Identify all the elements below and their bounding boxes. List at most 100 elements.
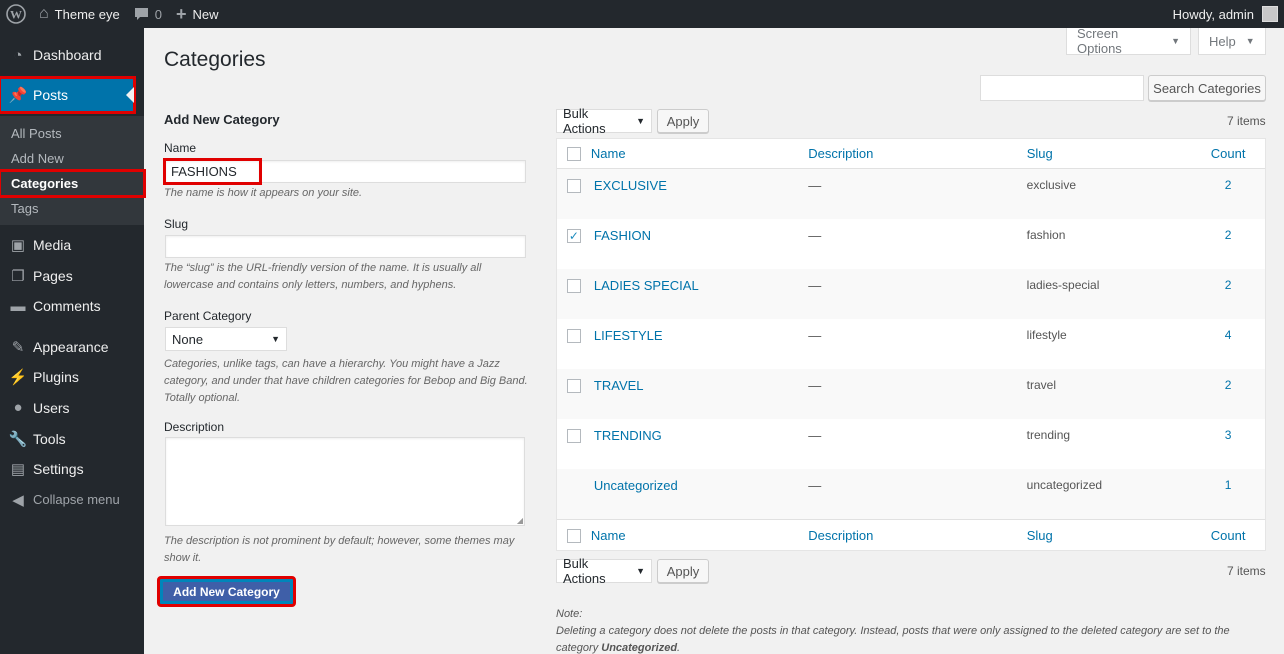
category-slug: exclusive [1026,178,1077,192]
search-categories-button[interactable]: Search Categories [1148,75,1266,101]
menu-dashboard[interactable]: ◔ Dashboard [0,38,144,72]
row-checkbox[interactable] [566,329,581,343]
column-description-header[interactable]: Description [808,146,1026,161]
plugin-icon: ⚡ [8,369,28,386]
bulk-actions-select-bottom[interactable]: Bulk Actions ▼ [556,556,652,586]
caret-down-icon: ▼ [636,116,645,126]
row-checkbox[interactable] [566,179,581,193]
comments-link[interactable]: 0 [127,0,169,28]
menu-plugins[interactable]: ⚡ Plugins [0,362,144,392]
new-content-link[interactable]: + New [169,0,226,28]
collapse-menu-button[interactable]: ◀ Collapse menu [0,484,144,515]
category-name-link[interactable]: TRAVEL [591,378,808,393]
column-name-header[interactable]: Name [591,146,808,161]
menu-label: Appearance [33,338,109,355]
menu-posts[interactable]: 📌 Posts [0,76,136,114]
category-count-link[interactable]: 3 [1191,428,1265,442]
apply-button-bottom[interactable]: Apply [657,559,709,583]
category-description: — [808,378,822,393]
bulk-actions-value: Bulk Actions [563,556,606,586]
account-menu[interactable]: Howdy, admin [1166,0,1284,28]
column-description-footer[interactable]: Description [808,528,1026,543]
row-checkbox[interactable] [566,429,581,443]
pin-icon: 📌 [8,87,28,104]
note-text-after: . [677,642,681,654]
submenu-categories[interactable]: Categories [0,169,146,198]
slug-label: Slug [164,217,189,231]
resize-handle-icon[interactable]: ◢ [517,516,523,525]
name-input[interactable]: FASHIONS [163,158,262,185]
parent-category-select[interactable]: None ▼ [165,327,287,351]
column-slug-header[interactable]: Slug [1027,146,1192,161]
wrench-icon: 🔧 [8,430,28,448]
submenu-all-posts[interactable]: All Posts [0,121,144,146]
column-slug-footer[interactable]: Slug [1027,528,1192,543]
slug-hint: The “slug” is the URL-friendly version o… [164,262,482,291]
menu-pages[interactable]: ❐ Pages [0,260,144,291]
screen-options-button[interactable]: Screen Options ▼ [1066,26,1191,56]
category-name-link[interactable]: LADIES SPECIAL [591,278,808,293]
category-count-link[interactable]: 1 [1191,478,1265,492]
bulk-actions-select[interactable]: Bulk Actions ▼ [556,106,652,136]
row-checkbox-cell [557,478,591,479]
category-count-link[interactable]: 2 [1191,178,1265,192]
description-hint: The description is not prominent by defa… [164,535,515,564]
category-description: — [808,278,822,293]
delete-note: Note: Deleting a category does not delet… [556,606,1266,654]
parent-category-value: None [172,331,204,347]
screen-options-label: Screen Options [1077,26,1122,56]
row-checkbox-cell [557,328,591,343]
menu-appearance[interactable]: ✎ Appearance [0,331,144,362]
category-count-link[interactable]: 2 [1191,228,1265,242]
add-new-category-button[interactable]: Add New Category [157,576,296,607]
category-name-link[interactable]: LIFESTYLE [591,328,808,343]
search-input[interactable] [980,75,1144,101]
select-all-checkbox[interactable] [566,147,581,161]
user-icon: ● [13,399,23,416]
row-checkbox[interactable]: ✓ [566,229,581,243]
comment-bubble-icon [134,8,148,20]
menu-label: Pages [33,267,73,284]
caret-down-icon: ▼ [636,566,645,576]
search-button-label: Search Categories [1153,80,1261,96]
menu-settings[interactable]: ▤ Settings [0,454,144,484]
caret-down-icon: ▼ [1171,36,1180,46]
wordpress-icon: W [6,4,26,24]
column-count-footer[interactable]: Count [1191,528,1265,543]
category-count-link[interactable]: 2 [1191,278,1265,292]
menu-media[interactable]: ▣ Media [0,229,144,260]
description-textarea[interactable]: ◢ [165,437,525,526]
select-all-checkbox[interactable] [566,528,581,543]
submenu-tags[interactable]: Tags [0,196,144,221]
category-count-link[interactable]: 4 [1191,328,1265,342]
row-checkbox[interactable] [566,279,581,293]
row-checkbox[interactable] [566,379,581,393]
category-name-link[interactable]: FASHION [591,228,808,243]
menu-users[interactable]: ● Users [0,392,144,423]
category-count-link[interactable]: 2 [1191,378,1265,392]
column-name-footer[interactable]: Name [591,528,808,543]
category-name-link[interactable]: Uncategorized [591,478,808,493]
parent-category-hint: Categories, unlike tags, can have a hier… [164,358,528,404]
column-count-header[interactable]: Count [1191,146,1265,161]
table-row: LADIES SPECIAL — ladies-special 2 [557,269,1265,319]
site-name-link[interactable]: ⌂ Theme eye [32,0,127,28]
menu-tools[interactable]: 🔧 Tools [0,423,144,454]
select-all-cell [557,528,591,543]
submit-label: Add New Category [163,582,290,601]
menu-comments[interactable]: ▬ Comments [0,291,144,321]
category-description: — [808,178,822,193]
apply-button[interactable]: Apply [657,109,709,133]
help-label: Help [1209,33,1236,49]
menu-label: Comments [33,298,101,314]
collapse-arrow-icon: ◀ [12,491,24,509]
row-checkbox-cell [557,378,591,393]
category-name-link[interactable]: TRENDING [591,428,808,443]
help-button[interactable]: Help ▼ [1198,28,1266,55]
category-slug: ladies-special [1026,278,1100,292]
wordpress-logo[interactable]: W [0,0,32,28]
submenu-add-new[interactable]: Add New [0,146,144,171]
category-name-link[interactable]: EXCLUSIVE [591,178,808,193]
slug-input[interactable] [165,235,526,258]
table-header: Name Description Slug Count [557,139,1265,169]
